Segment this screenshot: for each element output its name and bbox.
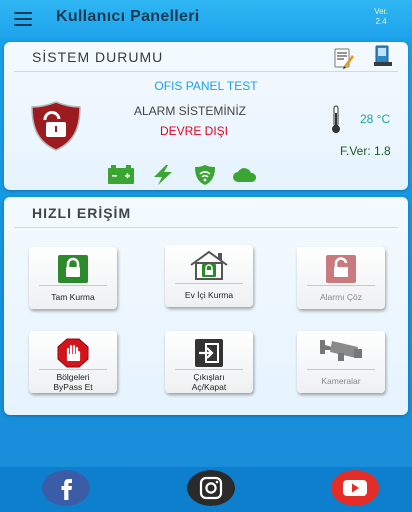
alarm-status-value: DEVRE DIŞI xyxy=(160,124,229,138)
outputs-toggle-button[interactable]: Çıkışları Aç/Kapat xyxy=(165,331,253,393)
outputs-label-line1: Çıkışları xyxy=(193,372,225,382)
bypass-zones-button[interactable]: Bölgeleri ByPass Et xyxy=(29,331,117,393)
home-arm-button[interactable]: Ev İçi Kurma xyxy=(165,245,253,307)
disarm-button[interactable]: Alarmı Çöz xyxy=(297,247,385,309)
outputs-label-line2: Aç/Kapat xyxy=(191,382,227,392)
cloud-icon xyxy=(233,168,257,182)
full-arm-label: Tam Kurma xyxy=(51,292,95,302)
battery-icon xyxy=(108,165,134,184)
temperature-value: 28 °C xyxy=(360,112,391,126)
disarm-label: Alarmı Çöz xyxy=(319,292,363,302)
edit-notes-icon[interactable] xyxy=(332,47,354,69)
quick-access-card: HIZLI ERİŞİM Tam Kurma Ev İçi Kurma Alar… xyxy=(4,197,408,415)
quick-divider xyxy=(14,227,398,228)
panel-name: OFIS PANEL TEST xyxy=(154,79,258,93)
unlock-icon xyxy=(326,255,356,283)
stop-hand-icon xyxy=(57,338,89,368)
facebook-icon[interactable] xyxy=(42,470,90,506)
quick-access-heading: HIZLI ERİŞİM xyxy=(32,205,132,221)
system-status-card: SİSTEM DURUMU OFIS PANEL TEST ALARM SİST… xyxy=(4,42,408,190)
menu-icon[interactable] xyxy=(14,12,32,26)
signal-shield-icon xyxy=(195,165,215,185)
youtube-icon[interactable] xyxy=(331,470,379,506)
home-lock-icon xyxy=(190,250,228,280)
app-title: Kullanıcı Panelleri xyxy=(56,8,200,25)
device-list-icon[interactable] xyxy=(372,45,394,67)
thermometer-icon xyxy=(332,105,340,133)
camera-icon xyxy=(320,340,362,361)
home-arm-label: Ev İçi Kurma xyxy=(184,290,234,300)
app-bar: Kullanıcı Panelleri Ver. 2.4 xyxy=(0,0,412,38)
lock-icon xyxy=(58,255,88,283)
alarm-system-label: ALARM SİSTEMİNİZ xyxy=(134,104,247,118)
cameras-label: Kameralar xyxy=(321,376,361,386)
system-status-heading: SİSTEM DURUMU xyxy=(32,49,164,65)
instagram-icon[interactable] xyxy=(187,470,235,506)
bypass-zones-label-line1: Bölgeleri xyxy=(56,372,90,382)
firmware-version: F.Ver: 1.8 xyxy=(340,144,391,158)
shield-unlock-icon xyxy=(31,101,81,151)
bypass-zones-label-line2: ByPass Et xyxy=(53,382,93,392)
version-label: Ver. 2.4 xyxy=(374,7,388,26)
status-divider xyxy=(14,71,398,72)
full-arm-button[interactable]: Tam Kurma xyxy=(29,247,117,309)
cameras-button[interactable]: Kameralar xyxy=(297,331,385,393)
exit-icon xyxy=(195,339,223,367)
power-icon xyxy=(154,165,172,185)
